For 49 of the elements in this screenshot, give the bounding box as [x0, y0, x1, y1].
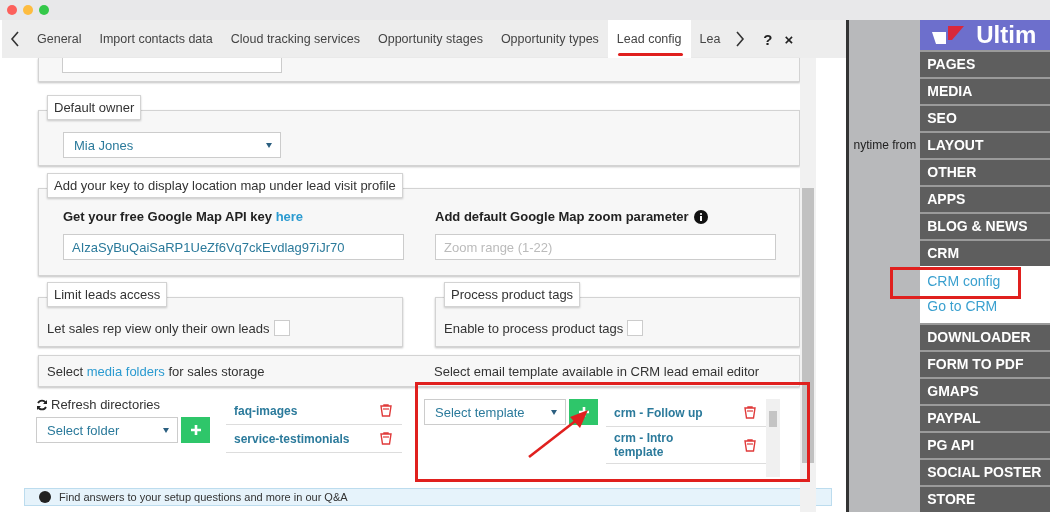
- tab[interactable]: Opportunity stages: [368, 20, 492, 58]
- scrollbar[interactable]: [766, 399, 780, 477]
- checkbox-label: Enable to process product tags: [444, 320, 624, 336]
- tab[interactable]: General: [28, 20, 91, 58]
- scrollbar[interactable]: [800, 58, 816, 512]
- template-name[interactable]: crm - Intro template: [614, 431, 714, 459]
- owner-select[interactable]: Mia Jones: [63, 132, 281, 158]
- info-icon[interactable]: [693, 209, 708, 224]
- checkbox[interactable]: [273, 320, 290, 336]
- banner-text: Find answers to your setup questions and more in our Q&A: [59, 491, 348, 503]
- field-label: Get your free Google Map API key here: [63, 209, 305, 224]
- text-field[interactable]: [62, 58, 282, 73]
- trash-icon[interactable]: [380, 432, 392, 445]
- folder-select[interactable]: Select folder: [36, 417, 178, 443]
- section-legend: Add your key to display location map under lead visit profile: [47, 173, 403, 198]
- tab[interactable]: Opportunity types: [491, 20, 608, 58]
- checkbox[interactable]: [627, 320, 644, 336]
- section-heading: Select email template available in CRM lead email editor: [434, 363, 760, 379]
- caret-icon: [551, 409, 557, 415]
- section-legend: Limit leads access: [47, 282, 168, 307]
- folder-name[interactable]: faq-images: [234, 403, 298, 418]
- field-label: Add default Google Map zoom parameter: [435, 209, 689, 224]
- refresh-label[interactable]: Refresh directories: [51, 397, 161, 412]
- refresh-icon[interactable]: [36, 398, 48, 411]
- section-legend: Default owner: [47, 95, 142, 120]
- close-button[interactable]: ×: [784, 30, 794, 48]
- plus-icon: [189, 424, 202, 436]
- caret-icon: [266, 142, 272, 148]
- tab[interactable]: Lead config: [607, 20, 691, 58]
- checkbox-label: Let sales rep view only their own leads: [47, 320, 270, 336]
- folder-name[interactable]: service-testimonials: [234, 431, 350, 446]
- caret-icon: [163, 427, 169, 433]
- api-key-field[interactable]: AIzaSyBuQaiSaRP1UeZf6Vq7ckEvdlag97iJr70: [63, 234, 404, 260]
- add-button[interactable]: [181, 417, 210, 443]
- background-text: nytime from: [853, 138, 917, 152]
- trash-icon[interactable]: [744, 406, 756, 419]
- section-legend: Process product tags: [444, 282, 581, 307]
- close-icon[interactable]: [7, 5, 17, 15]
- section-heading: Select media folders for sales storage: [47, 363, 266, 379]
- trash-icon[interactable]: [744, 438, 756, 452]
- trash-icon[interactable]: [380, 404, 392, 417]
- tab[interactable]: Cloud tracking services: [221, 20, 369, 58]
- zoom-field[interactable]: Zoom range (1-22): [435, 234, 776, 260]
- logo-text: Ultim: [976, 21, 1037, 49]
- tab[interactable]: Lea: [690, 20, 730, 58]
- template-select[interactable]: Select template: [424, 399, 566, 425]
- help-button[interactable]: ?: [763, 30, 773, 48]
- tab[interactable]: Import contacts data: [90, 20, 222, 58]
- template-name[interactable]: crm - Follow up: [614, 405, 714, 420]
